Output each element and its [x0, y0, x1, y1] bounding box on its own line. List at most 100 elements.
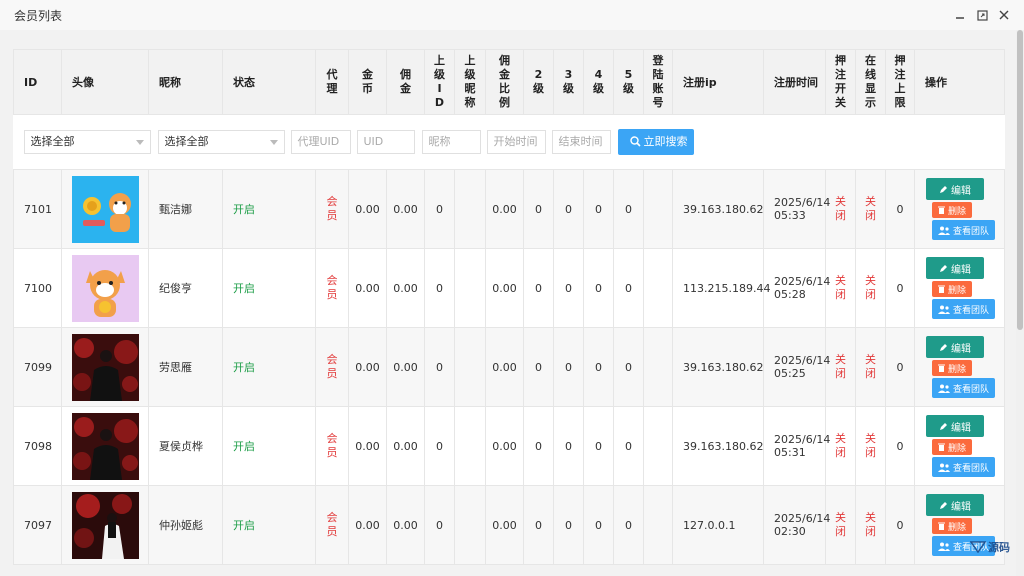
nickname-input[interactable]: 昵称 — [421, 130, 481, 154]
cell-lv5: 0 — [613, 248, 644, 328]
search-button-label: 立即搜索 — [643, 135, 688, 148]
col-header-lv5: 5级 — [613, 49, 644, 115]
cell-lv4: 0 — [583, 406, 614, 486]
cell-online[interactable]: 关闭 — [855, 248, 886, 328]
col-header-lv2: 2级 — [523, 49, 554, 115]
cell-parent-id: 0 — [424, 248, 455, 328]
cell-avatar — [61, 485, 149, 565]
delete-button[interactable]: 删除 — [932, 360, 972, 376]
edit-button[interactable]: 编辑 — [926, 494, 984, 516]
cell-commission: 0.00 — [386, 327, 425, 407]
trash-icon — [937, 443, 945, 451]
edit-button[interactable]: 编辑 — [926, 178, 984, 200]
watermark-text: 源码 — [988, 541, 1010, 554]
cell-ops: 编辑删除查看团队 — [914, 327, 1005, 407]
pencil-icon — [940, 264, 947, 272]
cell-login-acct — [643, 248, 673, 328]
cell-id: 7100 — [13, 248, 62, 328]
cell-online[interactable]: 关闭 — [855, 327, 886, 407]
col-header-id: ID — [13, 49, 62, 115]
cell-nickname: 纪俊亨 — [148, 248, 223, 328]
end-time-input[interactable]: 结束时间 — [551, 130, 611, 154]
cell-reg-ip: 127.0.0.1 — [672, 485, 764, 565]
cell-nickname: 劳思雁 — [148, 327, 223, 407]
uid-input[interactable]: UID — [356, 130, 415, 154]
agent-uid-input[interactable]: 代理UID — [290, 130, 351, 154]
cell-commission: 0.00 — [386, 248, 425, 328]
cell-coins: 0.00 — [348, 248, 387, 328]
delete-button[interactable]: 删除 — [932, 281, 972, 297]
edit-button[interactable]: 编辑 — [926, 415, 984, 437]
table-row: 7098 夏侯贞桦 开启 会员 0.00 0.00 0 0.00 0 0 0 0 39.163.180.… — [13, 406, 1005, 486]
cell-status: 开启 — [222, 406, 316, 486]
cell-comm-ratio: 0.00 — [485, 169, 524, 249]
scrollbar-thumb[interactable] — [1017, 30, 1023, 330]
vertical-scrollbar[interactable] — [1016, 30, 1024, 576]
pencil-icon — [940, 343, 947, 351]
col-header-lv3: 3级 — [553, 49, 584, 115]
cell-nickname: 仲孙姬彪 — [148, 485, 223, 565]
cell-lv2: 0 — [523, 248, 554, 328]
search-button[interactable]: 立即搜索 — [617, 129, 694, 155]
col-header-parent-nick: 上级昵称 — [454, 49, 486, 115]
col-header-ops: 操作 — [914, 49, 1005, 115]
cell-agent: 会员 — [315, 169, 349, 249]
reg-date: 2025/6/14 — [774, 196, 831, 209]
table-row: 7101 甄洁娜 开启 会员 0.00 0.00 0 0.00 0 0 0 0 39.163.180.6… — [13, 169, 1005, 249]
avatar — [72, 491, 148, 559]
cell-bet-limit: 0 — [885, 406, 915, 486]
col-header-parent-id: 上级ID — [424, 49, 455, 115]
users-icon — [937, 463, 950, 472]
cell-bet-switch[interactable]: 关闭 — [825, 406, 856, 486]
cell-bet-switch[interactable]: 关闭 — [825, 248, 856, 328]
cell-online[interactable]: 关闭 — [855, 406, 886, 486]
cell-reg-time: 2025/6/14 05:28 — [763, 248, 831, 328]
edit-button[interactable]: 编辑 — [926, 257, 984, 279]
cell-bet-switch[interactable]: 关闭 — [825, 485, 856, 565]
cell-online[interactable]: 关闭 — [855, 169, 886, 249]
cell-status: 开启 — [222, 169, 316, 249]
col-header-agent: 代理 — [315, 49, 349, 115]
cell-lv2: 0 — [523, 169, 554, 249]
cell-lv5: 0 — [613, 406, 644, 486]
window-title: 会员列表 — [14, 9, 63, 23]
cell-online[interactable]: 关闭 — [855, 485, 886, 565]
col-header-reg-time: 注册时间 — [763, 49, 826, 115]
delete-button[interactable]: 删除 — [932, 439, 972, 455]
status-select[interactable]: 选择全部 — [157, 130, 285, 154]
col-header-status: 状态 — [222, 49, 316, 115]
cell-comm-ratio: 0.00 — [485, 248, 524, 328]
status-select-value: 选择全部 — [164, 135, 209, 148]
cell-bet-switch[interactable]: 关闭 — [825, 169, 856, 249]
col-header-online: 在线显示 — [855, 49, 886, 115]
cell-reg-time: 2025/6/14 05:31 — [763, 406, 830, 486]
table-row: 7099 劳思雁 开启 会员 0.00 0.00 0 0.00 0 0 0 0 39.163.180.6… — [13, 327, 1005, 407]
edit-button[interactable]: 编辑 — [926, 336, 984, 358]
cell-lv3: 0 — [553, 406, 584, 486]
cell-login-acct — [643, 169, 673, 249]
avatar — [72, 254, 148, 322]
member-table: ID 头像 昵称 状态 代理 金币 佣金 上级ID 上级昵称 佣金比例 2级 3… — [13, 49, 1005, 565]
start-time-input[interactable]: 开始时间 — [486, 130, 546, 154]
delete-button[interactable]: 删除 — [932, 518, 972, 534]
cell-reg-time: 2025/6/14 05:25 — [763, 327, 830, 407]
view-team-button[interactable]: 查看团队 — [932, 378, 995, 398]
view-team-button[interactable]: 查看团队 — [932, 457, 995, 477]
delete-button[interactable]: 删除 — [932, 202, 972, 218]
cell-bet-switch[interactable]: 关闭 — [825, 327, 856, 407]
view-team-button[interactable]: 查看团队 — [932, 299, 995, 319]
cell-lv5: 0 — [613, 169, 644, 249]
minimize-icon[interactable] — [952, 7, 968, 23]
trash-icon — [937, 364, 945, 372]
cell-bet-limit: 0 — [885, 248, 915, 328]
cell-parent-nick — [454, 248, 486, 328]
agent-select[interactable]: 选择全部 — [23, 130, 151, 154]
close-icon[interactable] — [996, 7, 1012, 23]
cell-id: 7098 — [13, 406, 62, 486]
reg-date: 2025/6/14 — [774, 275, 831, 288]
cell-parent-nick — [454, 169, 486, 249]
cell-login-acct — [643, 327, 673, 407]
view-team-button[interactable]: 查看团队 — [932, 220, 995, 240]
maximize-icon[interactable] — [974, 7, 990, 23]
cell-id: 7097 — [13, 485, 62, 565]
